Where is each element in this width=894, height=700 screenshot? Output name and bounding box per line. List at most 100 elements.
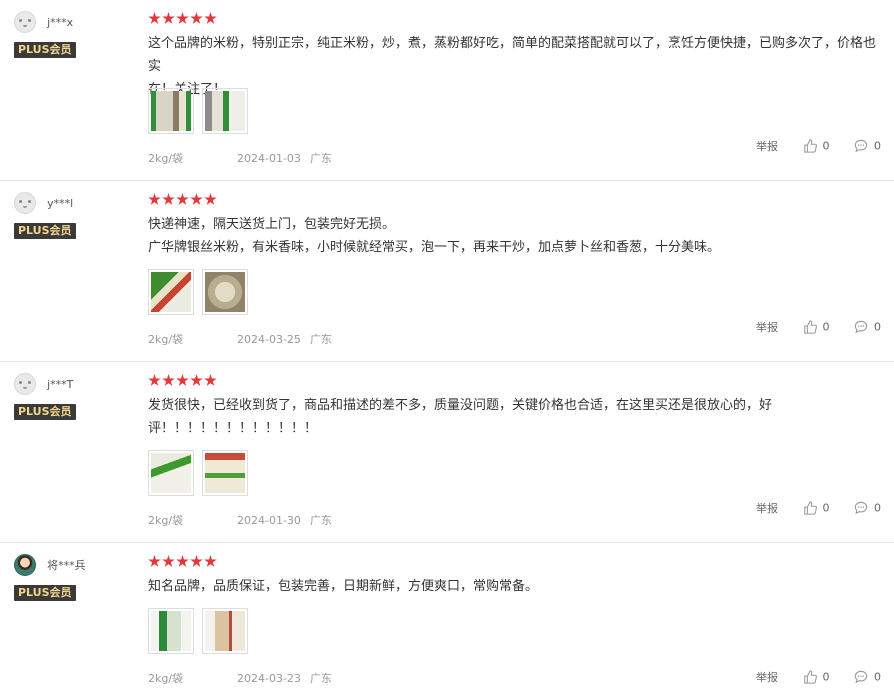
review-image-thumbnail[interactable] [148, 269, 194, 315]
review-text: 这个品牌的米粉，特别正宗，纯正米粉，炒，煮，蒸粉都好吃，简单的配菜搭配就可以了，… [148, 36, 877, 97]
review-meta: 2kg/袋 2024-01-30 广东 [148, 512, 332, 528]
comment-icon [854, 501, 868, 515]
report-link[interactable]: 举报 [756, 500, 778, 516]
review-body: 发货很快，已经收到货了，商品和描述的差不多，质量没问题，关键价格也合适，在这里买… [148, 372, 878, 527]
product-photo [205, 91, 245, 131]
star-rating [148, 372, 878, 388]
review-region: 广东 [310, 672, 332, 685]
star-icon [204, 555, 217, 567]
comment-count: 0 [874, 501, 881, 515]
review-meta: 2kg/袋 2024-03-25 广东 [148, 331, 332, 347]
username[interactable]: j***T [47, 378, 73, 391]
like-count: 0 [822, 670, 830, 684]
review-images [148, 88, 256, 136]
comment-button[interactable]: 0 [854, 670, 881, 684]
product-spec: 2kg/袋 [148, 333, 184, 346]
review-date: 2024-03-25 [237, 333, 301, 346]
thumbs-up-icon [803, 320, 817, 334]
plus-member-badge: PLUS会员 [14, 223, 76, 239]
username[interactable]: y***l [47, 197, 73, 210]
comment-count: 0 [874, 320, 881, 334]
star-icon [204, 374, 217, 386]
comment-count: 0 [874, 670, 881, 684]
like-button[interactable]: 0 [803, 139, 830, 153]
star-icon [176, 374, 189, 386]
review-date: 2024-01-03 [237, 152, 301, 165]
review-item: y***l PLUS会员 快递神速，隔天送货上门，包装完好无损。 广华牌银丝米粉… [0, 181, 894, 362]
review-images [148, 269, 256, 317]
username[interactable]: j***x [47, 16, 73, 29]
review-list: j***x PLUS会员 这个品牌的米粉，特别正宗，纯正米粉，炒，煮，蒸粉都好吃… [0, 0, 894, 700]
star-icon [162, 374, 175, 386]
review-item: j***x PLUS会员 这个品牌的米粉，特别正宗，纯正米粉，炒，煮，蒸粉都好吃… [0, 0, 894, 181]
star-rating [148, 10, 878, 26]
review-image-thumbnail[interactable] [202, 450, 248, 496]
comment-icon [854, 670, 868, 684]
like-button[interactable]: 0 [803, 501, 830, 515]
report-link[interactable]: 举报 [756, 138, 778, 154]
star-icon [148, 12, 161, 24]
product-photo [151, 272, 191, 312]
review-region: 广东 [310, 152, 332, 165]
star-icon [204, 193, 217, 205]
review-image-thumbnail[interactable] [148, 450, 194, 496]
avatar[interactable] [14, 192, 36, 214]
star-icon [190, 555, 203, 567]
star-rating [148, 553, 878, 569]
star-icon [148, 374, 161, 386]
review-date: 2024-03-23 [237, 672, 301, 685]
plus-member-badge: PLUS会员 [14, 42, 76, 58]
review-body: 知名品牌，品质保证，包装完善，日期新鲜，方便爽口，常购常备。 2kg/袋 2024… [148, 553, 878, 685]
review-image-thumbnail[interactable] [202, 269, 248, 315]
star-rating [148, 191, 878, 207]
product-photo [151, 611, 191, 651]
like-button[interactable]: 0 [803, 670, 830, 684]
report-link[interactable]: 举报 [756, 669, 778, 685]
star-icon [176, 12, 189, 24]
product-photo [205, 611, 245, 651]
star-icon [190, 12, 203, 24]
avatar[interactable] [14, 373, 36, 395]
report-link[interactable]: 举报 [756, 319, 778, 335]
review-images [148, 608, 256, 656]
comment-icon [854, 139, 868, 153]
thumbs-up-icon [803, 139, 817, 153]
product-spec: 2kg/袋 [148, 152, 184, 165]
star-icon [162, 12, 175, 24]
star-icon [148, 555, 161, 567]
avatar[interactable] [14, 554, 36, 576]
thumbs-up-icon [803, 670, 817, 684]
star-icon [204, 12, 217, 24]
avatar[interactable] [14, 11, 36, 33]
comment-button[interactable]: 0 [854, 320, 881, 334]
review-region: 广东 [310, 333, 332, 346]
review-meta: 2kg/袋 2024-01-03 广东 [148, 150, 332, 166]
review-region: 广东 [310, 514, 332, 527]
review-meta: 2kg/袋 2024-03-23 广东 [148, 670, 332, 686]
comment-button[interactable]: 0 [854, 139, 881, 153]
review-text: 知名品牌，品质保证，包装完善，日期新鲜，方便爽口，常购常备。 [148, 579, 539, 594]
comment-button[interactable]: 0 [854, 501, 881, 515]
star-icon [162, 193, 175, 205]
review-image-thumbnail[interactable] [148, 88, 194, 134]
star-icon [176, 555, 189, 567]
review-user: y***l PLUS会员 [14, 192, 76, 239]
comment-icon [854, 320, 868, 334]
review-item: j***T PLUS会员 发货很快，已经收到货了，商品和描述的差不多，质量没问题… [0, 362, 894, 543]
star-icon [162, 555, 175, 567]
review-text: 快递神速，隔天送货上门，包装完好无损。 广华牌银丝米粉，有米香味，小时候就经常买… [148, 217, 721, 255]
username[interactable]: 将***兵 [47, 557, 86, 573]
product-photo [205, 453, 245, 493]
review-user: j***T PLUS会员 [14, 373, 76, 420]
like-count: 0 [822, 139, 830, 153]
review-actions: 举报 0 0 [735, 669, 881, 685]
review-image-thumbnail[interactable] [148, 608, 194, 654]
product-photo [151, 91, 191, 131]
product-photo [205, 272, 245, 312]
like-button[interactable]: 0 [803, 320, 830, 334]
review-text: 发货很快，已经收到货了，商品和描述的差不多，质量没问题，关键价格也合适，在这里买… [148, 398, 773, 436]
review-image-thumbnail[interactable] [202, 88, 248, 134]
review-images [148, 450, 256, 498]
plus-member-badge: PLUS会员 [14, 585, 76, 601]
review-image-thumbnail[interactable] [202, 608, 248, 654]
